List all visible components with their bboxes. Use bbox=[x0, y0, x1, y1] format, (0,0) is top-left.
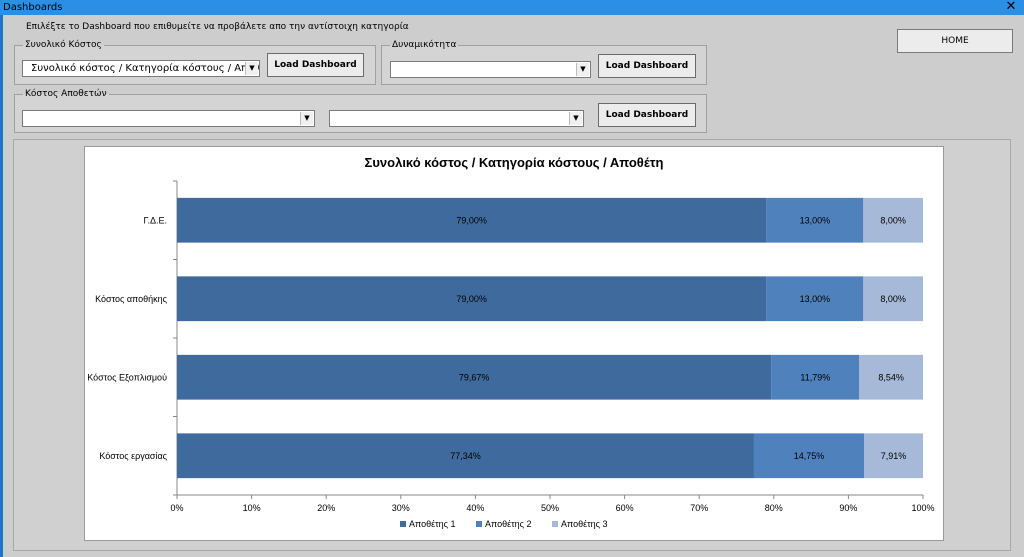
x-tick-label: 30% bbox=[392, 503, 410, 513]
home-button[interactable]: HOME bbox=[897, 29, 1013, 53]
title-bar: Dashboards ✕ bbox=[0, 0, 1024, 15]
legend-swatch bbox=[552, 521, 558, 527]
x-tick-label: 70% bbox=[690, 503, 708, 513]
category-label: Κόστος Εξοπλισμού bbox=[87, 372, 167, 382]
data-label: 8,54% bbox=[878, 372, 904, 382]
data-label: 13,00% bbox=[800, 215, 831, 225]
x-tick-label: 60% bbox=[616, 503, 634, 513]
close-icon[interactable]: ✕ bbox=[1004, 0, 1018, 15]
data-label: 11,79% bbox=[800, 372, 830, 382]
legend-label: Αποθέτης 3 bbox=[561, 519, 608, 529]
depositor-cost-dropdown-2[interactable]: ▼ bbox=[329, 110, 584, 127]
instruction-text: Επιλέξτε το Dashboard που επιθυμείτε να … bbox=[26, 22, 409, 32]
data-label: 8,00% bbox=[880, 294, 906, 304]
total-cost-group-label: Συνολικό Κόστος bbox=[25, 40, 102, 50]
x-tick-label: 40% bbox=[466, 503, 484, 513]
x-tick-label: 90% bbox=[839, 503, 857, 513]
x-tick-label: 10% bbox=[243, 503, 261, 513]
x-tick-label: 0% bbox=[170, 503, 183, 513]
legend-label: Αποθέτης 1 bbox=[409, 519, 456, 529]
capacity-load-button[interactable]: Load Dashboard bbox=[598, 54, 696, 78]
x-tick-label: 100% bbox=[911, 503, 934, 513]
legend-swatch bbox=[476, 521, 482, 527]
x-tick-label: 80% bbox=[765, 503, 783, 513]
category-label: Κόστος εργασίας bbox=[99, 451, 167, 461]
depositor-cost-load-button[interactable]: Load Dashboard bbox=[598, 103, 696, 127]
total-cost-load-button[interactable]: Load Dashboard bbox=[267, 53, 364, 77]
chart-area: Συνολικό κόστος / Κατηγορία κόστους / Απ… bbox=[84, 146, 944, 541]
x-tick-label: 50% bbox=[541, 503, 559, 513]
total-cost-dropdown[interactable]: Συνολικό κόστος / Κατηγορία κόστους / Απ… bbox=[22, 60, 260, 77]
data-label: 79,67% bbox=[459, 372, 490, 382]
legend-swatch bbox=[400, 521, 406, 527]
category-label: Γ.Δ.Ε. bbox=[144, 215, 167, 225]
total-cost-dropdown-value: Συνολικό κόστος / Κατηγορία κόστους / Απ… bbox=[31, 63, 260, 74]
chevron-down-icon[interactable]: ▼ bbox=[576, 63, 589, 76]
category-label: Κόστος αποθήκης bbox=[95, 294, 168, 304]
data-label: 79,00% bbox=[456, 215, 487, 225]
chart-title: Συνολικό κόστος / Κατηγορία κόστους / Απ… bbox=[365, 155, 664, 170]
data-label: 77,34% bbox=[450, 451, 481, 461]
data-label: 13,00% bbox=[800, 294, 831, 304]
chevron-down-icon[interactable]: ▼ bbox=[300, 112, 313, 125]
capacity-dropdown[interactable]: ▼ bbox=[390, 61, 591, 78]
data-label: 14,75% bbox=[794, 451, 825, 461]
depositor-cost-group-label: Κόστος Αποθετών bbox=[25, 89, 107, 99]
chevron-down-icon[interactable]: ▼ bbox=[569, 112, 582, 125]
chevron-down-icon[interactable]: ▼ bbox=[245, 62, 258, 75]
window-left-edge bbox=[0, 15, 3, 557]
x-tick-label: 20% bbox=[317, 503, 335, 513]
depositor-cost-dropdown-1[interactable]: ▼ bbox=[22, 110, 315, 127]
data-label: 7,91% bbox=[881, 451, 907, 461]
data-label: 8,00% bbox=[880, 215, 906, 225]
capacity-group-label: Δυναμικότητα bbox=[392, 40, 457, 50]
stacked-bar-chart: Συνολικό κόστος / Κατηγορία κόστους / Απ… bbox=[87, 155, 934, 529]
data-label: 79,00% bbox=[456, 294, 487, 304]
dashboards-window: Dashboards ✕ Επιλέξτε το Dashboard που ε… bbox=[0, 0, 1024, 557]
legend-label: Αποθέτης 2 bbox=[485, 519, 532, 529]
window-title: Dashboards bbox=[3, 2, 63, 13]
